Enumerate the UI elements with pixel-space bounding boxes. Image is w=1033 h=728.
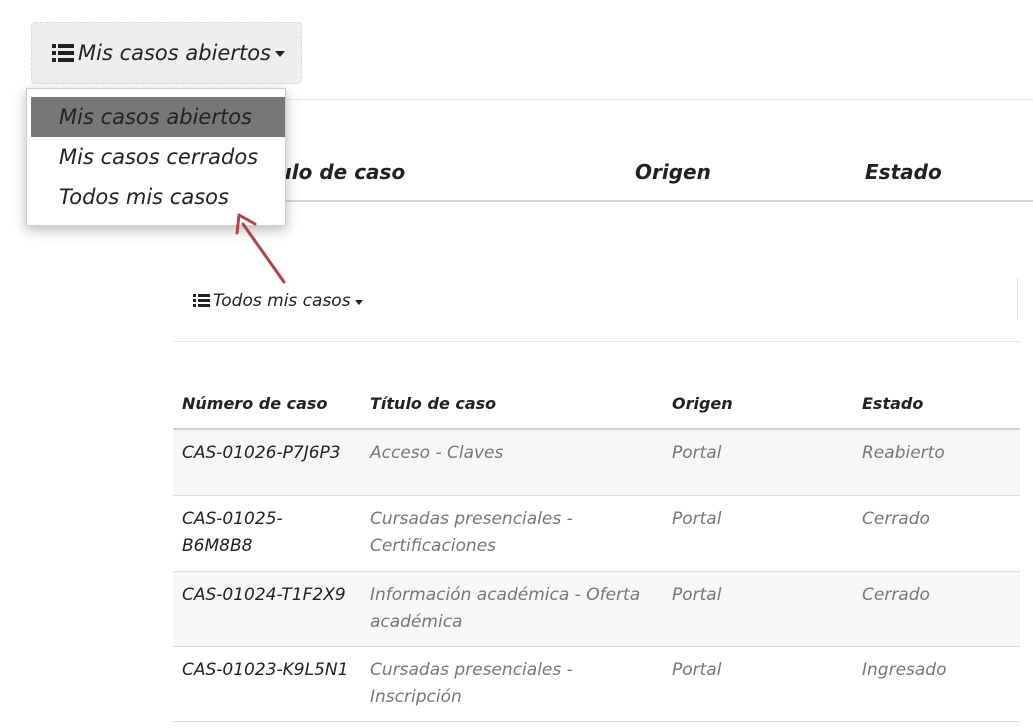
case-origin: Portal — [672, 509, 722, 529]
column-header-origin: Origen — [672, 394, 733, 413]
case-number[interactable]: CAS-01026-P7J6P3 — [182, 440, 341, 467]
case-filter-dropdown: Mis casos abiertos Mis casos cerrados To… — [26, 88, 286, 226]
case-status: Reabierto — [862, 443, 945, 463]
case-origin: Portal — [672, 443, 722, 463]
case-number[interactable]: CAS-01023-K9L5N1 — [182, 657, 348, 684]
all-cases-filter-button[interactable]: Todos mis casos — [193, 291, 363, 311]
list-icon — [52, 44, 74, 62]
table-row[interactable]: CAS-01024-T1F2X9 Información académica -… — [173, 572, 1020, 646]
column-header-case-number: Número de caso — [182, 394, 328, 413]
column-header-status: Estado — [865, 160, 942, 184]
divider — [173, 341, 1020, 342]
row-divider — [173, 721, 1020, 722]
case-origin: Portal — [672, 585, 722, 605]
caret-down-icon — [275, 51, 285, 57]
list-icon — [193, 294, 210, 308]
case-title: Cursadas presenciales - Inscripción — [370, 660, 573, 707]
header-divider — [286, 200, 1033, 202]
case-number[interactable]: CAS-01025-B6M8B8 — [182, 506, 302, 560]
all-cases-filter-label: Todos mis casos — [213, 291, 351, 311]
divider — [286, 99, 1033, 100]
case-origin: Portal — [672, 660, 722, 680]
divider — [1017, 278, 1018, 320]
table-row[interactable]: CAS-01023-K9L5N1 Cursadas presenciales -… — [173, 647, 1020, 721]
table-row[interactable]: CAS-01026-P7J6P3 Acceso - Claves Portal … — [173, 430, 1020, 495]
case-filter-label: Mis casos abiertos — [78, 41, 271, 65]
case-status: Cerrado — [862, 585, 930, 605]
case-filter-button[interactable]: Mis casos abiertos — [31, 22, 302, 84]
case-status: Cerrado — [862, 509, 930, 529]
table-row[interactable]: CAS-01025-B6M8B8 Cursadas presenciales -… — [173, 496, 1020, 571]
case-status: Ingresado — [862, 660, 947, 680]
case-title: Cursadas presenciales - Certificaciones — [370, 509, 573, 556]
menu-item-all-cases[interactable]: Todos mis casos — [31, 177, 285, 217]
case-title: Acceso - Claves — [370, 443, 504, 463]
caret-down-icon — [354, 299, 363, 305]
column-header-status: Estado — [862, 394, 924, 413]
case-title: Información académica - Oferta académica — [370, 585, 641, 632]
column-header-origin: Origen — [635, 160, 711, 184]
column-header-case-title: Título de caso — [370, 394, 497, 413]
column-header-title: tulo de caso — [268, 160, 406, 184]
case-number[interactable]: CAS-01024-T1F2X9 — [182, 582, 346, 609]
menu-item-closed-cases[interactable]: Mis casos cerrados — [31, 137, 285, 177]
menu-item-open-cases[interactable]: Mis casos abiertos — [31, 97, 285, 137]
